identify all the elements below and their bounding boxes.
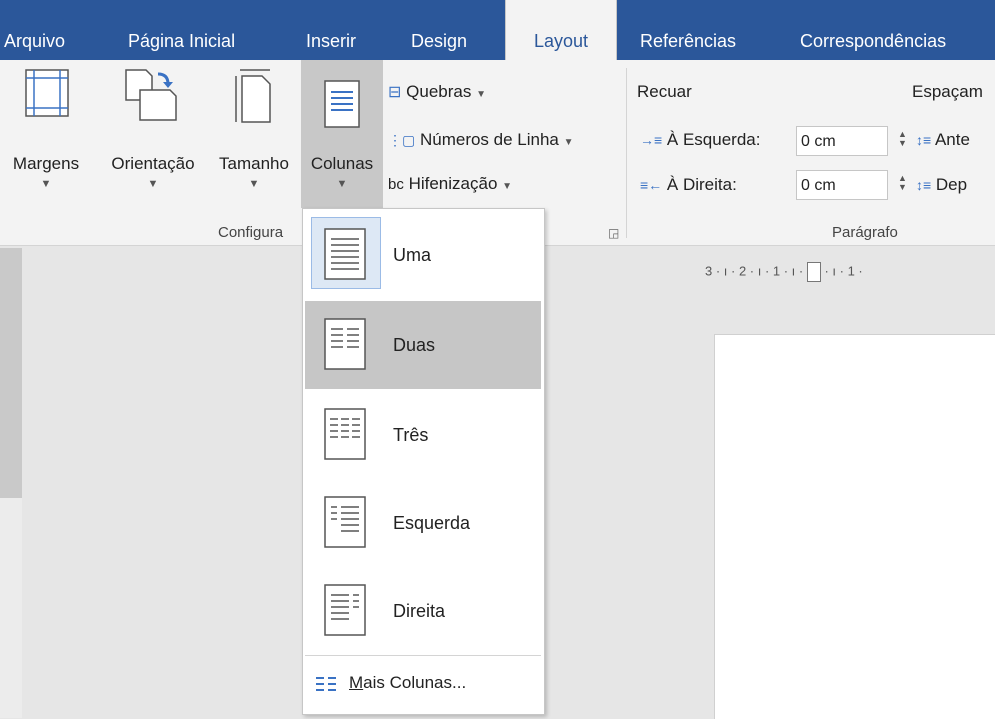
menu-item-direita-label: Direita — [393, 601, 446, 621]
indent-marker-icon[interactable] — [806, 262, 821, 282]
menu-item-duas[interactable]: Duas — [305, 301, 541, 389]
colunas-dropdown-menu: Uma Duas Três Esquerda Direita Mais Colu… — [302, 208, 545, 715]
menu-item-duas-label: Duas — [393, 335, 436, 355]
ruler-ticks-left: 3 · ı · 2 · ı · 1 · ı · — [705, 263, 804, 279]
mais-colunas-mnemonic: M — [349, 673, 364, 692]
tab-inserir[interactable]: Inserir — [306, 0, 356, 60]
tab-design[interactable]: Design — [411, 0, 467, 60]
numeros-linha-button[interactable]: ⋮▢ Números de Linha ▼ — [388, 130, 574, 150]
colunas-button[interactable]: Colunas ▼ — [301, 60, 383, 208]
spacing-before-icon: ↕≡ — [916, 132, 932, 148]
vertical-ruler-margin — [0, 248, 22, 498]
group-divider — [626, 68, 627, 238]
mais-colunas-label: Mais Colunas... — [349, 673, 466, 693]
menu-item-tres[interactable]: Três — [305, 391, 541, 479]
right-column-icon — [324, 584, 366, 636]
tab-arquivo[interactable]: Arquivo — [4, 0, 65, 60]
recuo-esquerda-spinner[interactable]: ▲ ▼ — [898, 130, 907, 148]
vertical-ruler — [0, 248, 22, 718]
indent-right-icon: ≡← — [640, 177, 663, 193]
chevron-down-icon: ▼ — [147, 178, 159, 190]
margens-button[interactable]: Margens ▼ — [0, 60, 92, 220]
recuo-direita-text: À Direita: — [666, 175, 737, 194]
breaks-icon: ⊟ — [388, 84, 402, 101]
chevron-down-icon: ▼ — [476, 89, 486, 100]
recuar-label: Recuar — [637, 82, 692, 101]
chevron-down-icon: ▼ — [502, 181, 513, 192]
depois-text: Dep — [935, 175, 968, 194]
chevron-down-icon: ▼ — [336, 178, 348, 190]
more-columns-icon — [316, 677, 336, 691]
recuo-direita-input[interactable]: 0 cm — [796, 170, 888, 200]
tamanho-button[interactable]: Tamanho ▼ — [208, 60, 300, 220]
tab-referencias[interactable]: Referências — [640, 0, 736, 60]
two-columns-icon — [324, 318, 366, 370]
recuo-direita-spinner[interactable]: ▲ ▼ — [898, 174, 907, 192]
recuo-direita-label: ≡← À Direita: — [640, 175, 737, 195]
spacing-after-icon: ↕≡ — [916, 177, 932, 193]
recuo-esquerda-text: À Esquerda: — [666, 130, 761, 149]
hifenizacao-button[interactable]: bc Hifenização ▼ — [388, 174, 512, 194]
line-numbers-icon: ⋮▢ — [388, 132, 416, 148]
ribbon-tab-bar: Arquivo Página Inicial Inserir Design La… — [0, 0, 995, 60]
menu-item-direita[interactable]: Direita — [305, 567, 541, 655]
menu-item-uma-label: Uma — [393, 245, 432, 265]
chevron-down-icon: ▼ — [563, 137, 574, 148]
menu-item-esquerda-label: Esquerda — [393, 513, 471, 533]
mais-colunas-button[interactable]: Mais Colunas... — [305, 655, 541, 712]
espacamento-label: Espaçam — [912, 82, 983, 101]
numeros-linha-label: Números de Linha — [419, 130, 559, 149]
mais-colunas-rest: ais Colunas... — [363, 673, 467, 692]
horizontal-ruler: 3 · ı · 2 · ı · 1 · ı · · ı · 1 · — [705, 262, 863, 282]
menu-item-uma[interactable]: Uma — [305, 211, 541, 299]
antes-text: Ante — [934, 130, 970, 149]
quebras-label: Quebras — [406, 82, 472, 101]
document-page[interactable] — [714, 334, 995, 719]
orientation-icon — [125, 69, 177, 121]
orientacao-button[interactable]: Orientação ▼ — [98, 60, 208, 220]
chevron-down-icon: ▼ — [248, 178, 260, 190]
tamanho-label: Tamanho — [219, 154, 289, 173]
one-column-icon — [324, 228, 366, 280]
left-column-icon — [324, 496, 366, 548]
menu-item-esquerda[interactable]: Esquerda — [305, 479, 541, 567]
paragrafo-group-label: Parágrafo — [832, 224, 898, 241]
tab-pagina-inicial[interactable]: Página Inicial — [128, 0, 235, 60]
quebras-button[interactable]: ⊟ Quebras ▼ — [388, 82, 486, 102]
margens-label: Margens — [12, 154, 80, 173]
three-columns-icon — [324, 408, 366, 460]
configurar-pagina-group-label: Configura — [218, 224, 284, 241]
recuo-esquerda-input[interactable]: 0 cm — [796, 126, 888, 156]
dialog-launcher-icon[interactable]: ◲ — [608, 226, 619, 240]
tab-layout[interactable]: Layout — [505, 0, 617, 60]
menu-item-tres-label: Três — [393, 425, 429, 445]
chevron-down-icon: ▼ — [40, 178, 52, 190]
ruler-ticks-right: · ı · 1 · — [824, 263, 863, 279]
espacamento-depois-label: ↕≡ Dep — [916, 175, 967, 195]
tab-correspondencias[interactable]: Correspondências — [800, 0, 946, 60]
page-size-icon — [235, 69, 271, 123]
hyphenation-icon: bc — [388, 176, 404, 193]
espacamento-antes-label: ↕≡ Ante — [916, 130, 970, 150]
orientacao-label: Orientação — [111, 154, 195, 173]
recuo-esquerda-label: →≡ À Esquerda: — [640, 130, 760, 150]
hifenizacao-label: Hifenização — [408, 174, 498, 193]
colunas-label: Colunas — [310, 154, 374, 173]
margins-icon — [25, 69, 69, 117]
columns-icon — [324, 80, 360, 128]
indent-left-icon: →≡ — [640, 132, 663, 148]
